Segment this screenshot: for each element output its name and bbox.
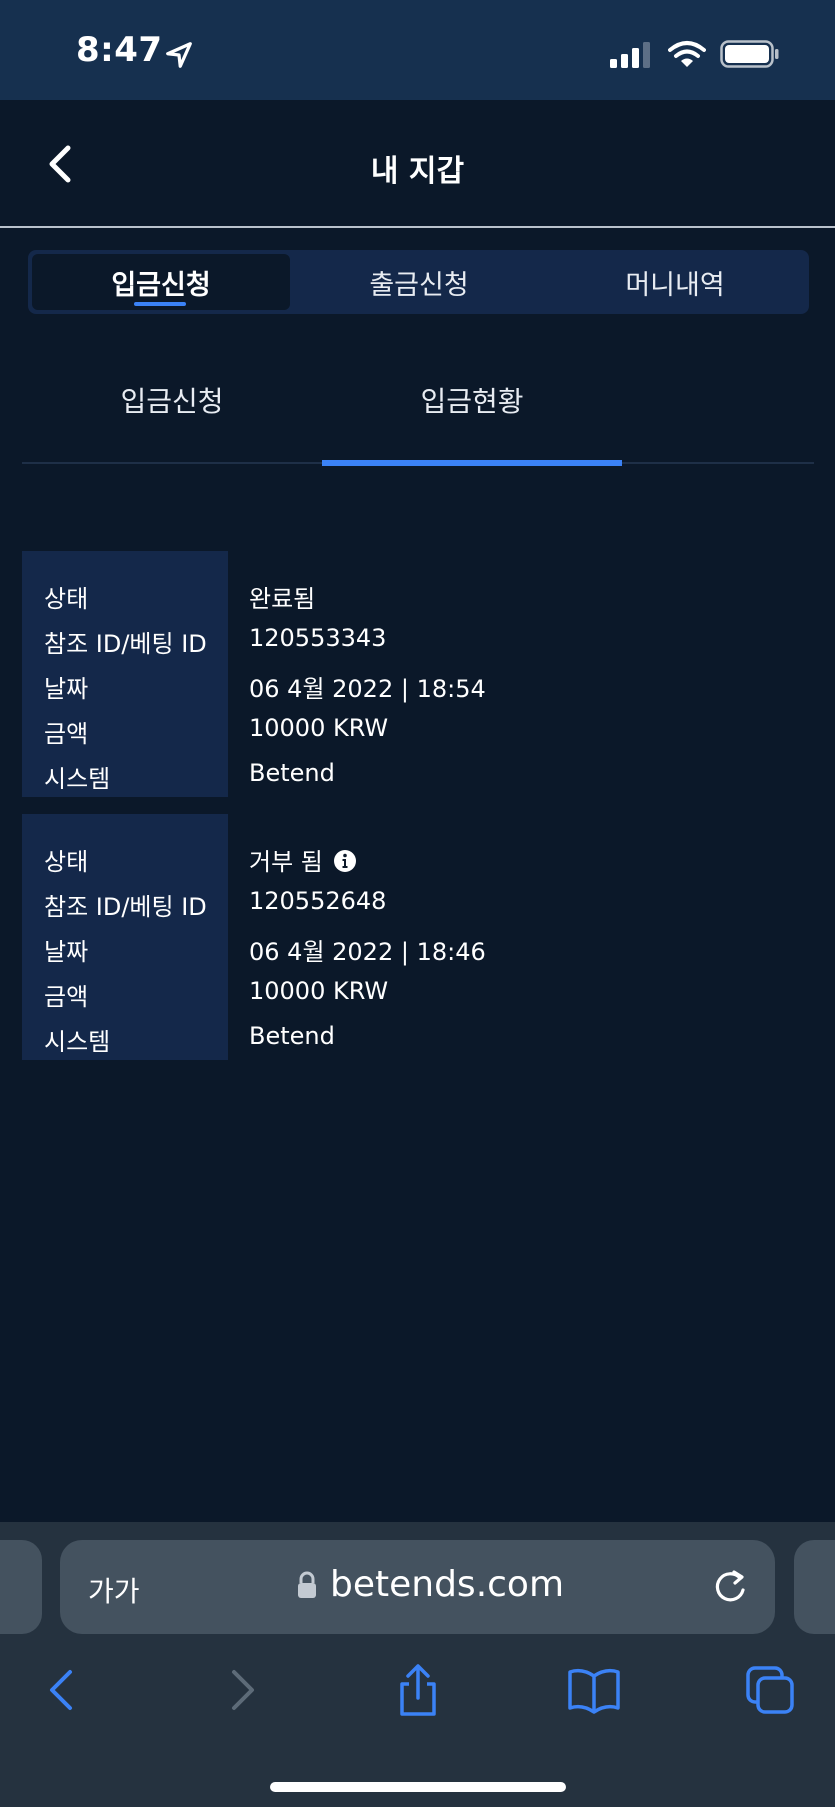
record-row-date: 날짜 06 4월 2022 | 18:54 xyxy=(22,669,814,714)
subtab-deposit-status[interactable]: 입금현황 xyxy=(322,380,622,466)
ref-id-value: 120553343 xyxy=(249,624,387,652)
cellular-signal-icon xyxy=(610,42,650,68)
home-indicator[interactable] xyxy=(270,1782,566,1792)
system-label: 시스템 xyxy=(44,1028,111,1056)
deposit-record: 상태 거부 됨 참조 ID/베팅 ID 120552648 날짜 06 4월 2… xyxy=(22,814,814,1060)
amount-value: 10000 KRW xyxy=(249,977,389,1005)
status-value-wrap: 거부 됨 xyxy=(249,842,357,877)
reload-icon[interactable] xyxy=(710,1564,750,1608)
status-bar: 8:47 xyxy=(0,0,835,100)
status-time: 8:47 xyxy=(76,30,163,70)
browser-forward-icon[interactable] xyxy=(212,1660,272,1720)
record-row-date: 날짜 06 4월 2022 | 18:46 xyxy=(22,932,814,977)
date-value: 06 4월 2022 | 18:46 xyxy=(249,938,486,966)
record-row-ref-id: 참조 ID/베팅 ID 120552648 xyxy=(22,887,814,932)
ref-id-label: 참조 ID/베팅 ID xyxy=(44,893,207,921)
info-icon[interactable] xyxy=(333,849,357,873)
tab-deposit-request[interactable]: 입금신청 xyxy=(32,254,290,310)
amount-label: 금액 xyxy=(44,983,89,1011)
date-label: 날짜 xyxy=(44,938,89,966)
record-row-ref-id: 참조 ID/베팅 ID 120553343 xyxy=(22,624,814,669)
browser-back-icon[interactable] xyxy=(32,1660,92,1720)
record-row-status: 상태 완료됨 xyxy=(22,579,814,624)
next-tab-preview[interactable] xyxy=(794,1540,835,1634)
tab-withdraw-request[interactable]: 출금신청 xyxy=(290,254,548,310)
tab-label: 머니내역 xyxy=(625,269,725,301)
previous-tab-preview[interactable] xyxy=(0,1540,42,1634)
tabs-icon[interactable] xyxy=(740,1660,800,1720)
main-tabs: 입금신청 출금신청 머니내역 xyxy=(28,250,809,314)
record-row-status: 상태 거부 됨 xyxy=(22,842,814,887)
amount-value: 10000 KRW xyxy=(249,714,389,742)
record-row-system: 시스템 Betend xyxy=(22,1022,814,1067)
record-row-system: 시스템 Betend xyxy=(22,759,814,804)
share-icon[interactable] xyxy=(388,1660,448,1720)
location-arrow-icon xyxy=(166,42,192,68)
ref-id-value: 120552648 xyxy=(249,887,387,915)
tab-label: 출금신청 xyxy=(369,269,469,301)
status-value: 거부 됨 xyxy=(249,848,323,876)
lock-icon xyxy=(298,1571,316,1598)
record-row-amount: 금액 10000 KRW xyxy=(22,714,814,759)
page-header: 내 지갑 xyxy=(0,100,835,228)
record-row-amount: 금액 10000 KRW xyxy=(22,977,814,1022)
bookmarks-icon[interactable] xyxy=(564,1660,624,1720)
sub-tabs: 입금신청 입금현황 xyxy=(22,348,814,466)
wifi-icon xyxy=(668,41,706,67)
battery-icon xyxy=(720,40,779,68)
page-settings-button[interactable]: 가가 xyxy=(88,1570,140,1610)
status-value: 완료됨 xyxy=(249,585,316,613)
subtab-deposit-request[interactable]: 입금신청 xyxy=(22,380,322,464)
ref-id-label: 참조 ID/베팅 ID xyxy=(44,630,207,658)
date-label: 날짜 xyxy=(44,675,89,703)
tab-money-history[interactable]: 머니내역 xyxy=(546,254,804,310)
active-tab-indicator xyxy=(134,302,186,306)
url-text: betends.com xyxy=(330,1564,565,1605)
active-subtab-indicator xyxy=(322,460,622,466)
system-value: Betend xyxy=(249,759,335,787)
status-label: 상태 xyxy=(44,848,89,876)
subtab-label: 입금신청 xyxy=(120,385,224,418)
status-label: 상태 xyxy=(44,585,89,613)
date-value: 06 4월 2022 | 18:54 xyxy=(249,675,486,703)
deposit-record: 상태 완료됨 참조 ID/베팅 ID 120553343 날짜 06 4월 20… xyxy=(22,551,814,797)
subtab-label: 입금현황 xyxy=(420,385,524,418)
address-bar[interactable]: 가가 betends.com xyxy=(60,1540,775,1634)
system-value: Betend xyxy=(249,1022,335,1050)
system-label: 시스템 xyxy=(44,765,111,793)
amount-label: 금액 xyxy=(44,720,89,748)
tab-label: 입금신청 xyxy=(111,269,211,301)
page-title: 내 지갑 xyxy=(370,154,465,189)
browser-toolbar: 가가 betends.com xyxy=(0,1522,835,1807)
